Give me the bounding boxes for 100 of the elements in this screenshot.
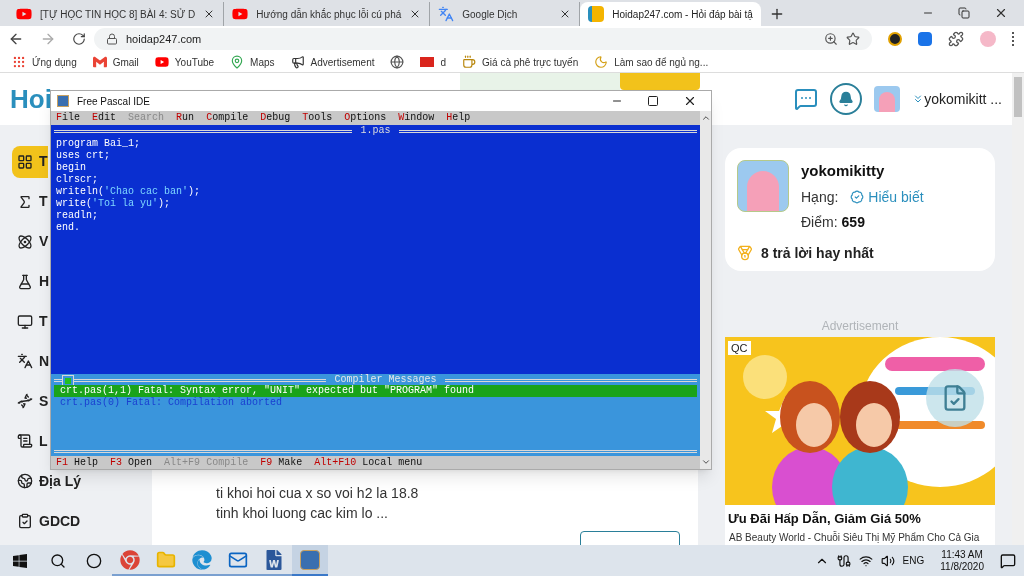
subject-item[interactable]: GDCD [12, 505, 81, 538]
close-icon[interactable] [683, 94, 697, 108]
menu-item[interactable]: Edit [92, 112, 117, 124]
code-line: begin [56, 162, 87, 174]
zoom-icon[interactable] [824, 32, 838, 46]
wifi-icon[interactable] [858, 553, 873, 568]
window-scrollbar[interactable] [700, 111, 711, 469]
apps-icon [12, 55, 26, 69]
close-icon[interactable] [994, 6, 1008, 20]
subject-item[interactable]: H [12, 265, 50, 298]
subject-item[interactable]: T [12, 185, 48, 218]
scroll-icon [17, 433, 33, 450]
bookmark[interactable]: Ứng dụng [12, 54, 77, 70]
bookmark[interactable]: Làm sao để ngủ ng... [594, 54, 709, 70]
app-icon[interactable] [300, 549, 320, 570]
window-title: Free Pascal IDE [77, 94, 150, 109]
subject-item[interactable]: V [12, 225, 49, 258]
browser-icon[interactable] [192, 549, 212, 570]
editor-title: 1.pas [352, 125, 399, 137]
bookmark[interactable]: Advertisement [290, 54, 375, 70]
volume-icon[interactable] [880, 553, 895, 568]
subject-item[interactable]: T [12, 146, 48, 178]
start-icon[interactable] [12, 552, 28, 569]
status-command[interactable]: F3 Open [110, 456, 153, 469]
rank-icon [850, 190, 865, 204]
language-indicator[interactable]: ENG [902, 553, 925, 568]
scroll-down-icon[interactable] [700, 457, 711, 467]
points-label: Điểm: [801, 212, 838, 232]
menu-item[interactable]: Compile [206, 112, 249, 124]
browser-icon[interactable] [120, 549, 140, 570]
plug-icon[interactable] [836, 553, 851, 568]
subject-item[interactable]: N [12, 345, 50, 378]
menu-item[interactable]: Run [176, 112, 195, 124]
code-line: write('Toi la yu'); [56, 198, 172, 210]
status-command[interactable]: F9 Make [260, 456, 303, 469]
menu-item[interactable]: File [56, 112, 81, 124]
document-icon[interactable] [264, 549, 284, 570]
mail-icon [92, 55, 107, 69]
maximize-icon[interactable] [647, 95, 659, 107]
reload-icon[interactable] [72, 32, 86, 46]
bookmark[interactable] [390, 55, 405, 69]
notifications-icon[interactable] [1000, 552, 1016, 569]
site-icon [588, 6, 605, 22]
video-icon [154, 55, 169, 69]
lock-icon [106, 33, 118, 45]
browser-tab[interactable]: Hoidap247.com - Hỏi đáp bài tậ [580, 2, 761, 26]
notification-button[interactable] [830, 83, 863, 115]
globe-icon [390, 55, 405, 69]
subject-item[interactable]: S [12, 385, 49, 418]
bookmark[interactable]: Giá cà phê trực tuyến [462, 54, 579, 70]
code-line: end. [56, 222, 81, 234]
extension-icon[interactable] [888, 32, 902, 46]
menu-item[interactable]: Options [344, 112, 387, 124]
bookmark[interactable]: YouTube [154, 54, 215, 70]
ad-heading: Advertisement [820, 317, 900, 335]
status-command[interactable]: Alt+F10 Local menu [314, 456, 423, 469]
app-icon [57, 95, 69, 107]
subject-item[interactable]: L [12, 425, 48, 458]
megaphone-icon [290, 55, 305, 69]
flag-icon [420, 57, 435, 67]
menu-item[interactable]: Help [446, 112, 471, 124]
code-line: program Bai_1; [56, 138, 141, 150]
search-icon[interactable] [50, 552, 66, 569]
menu-item[interactable]: Tools [302, 112, 333, 124]
bell-icon [838, 91, 855, 107]
flask-icon [17, 273, 33, 290]
address-bar[interactable]: hoidap247.com [94, 28, 872, 50]
profile-name[interactable]: yokomikitty [801, 160, 924, 183]
bookmark[interactable]: Maps [230, 54, 275, 70]
bookmark[interactable]: Gmail [92, 54, 139, 70]
moon-icon [594, 55, 609, 69]
tab-title: [TỰ HỌC TIN HỌC 8] BÀI 4: SỬ D [40, 7, 196, 22]
atom-icon [17, 233, 33, 250]
points-value: 659 [841, 212, 865, 232]
subject-item[interactable]: T [12, 305, 48, 338]
question-text: ti khoi hoi cua x so voi h2 la 18.8 [216, 484, 420, 503]
taskbar-app[interactable] [292, 545, 328, 576]
question-text: tinh khoi luong cac kim lo ... [216, 504, 389, 523]
ad-description: AB Beauty World - Chuỗi Siêu Thị Mỹ Phẩm Cho Cả Gia [728, 530, 981, 545]
messages-title: Compiler Messages [326, 374, 445, 386]
restore-icon[interactable] [958, 7, 970, 19]
back-icon[interactable] [8, 31, 24, 47]
ad-title[interactable]: Ưu Đãi Hấp Dẫn, Giảm Giá 50% [725, 508, 995, 528]
menu-item[interactable]: Debug [260, 112, 291, 124]
code-line: clrscr; [56, 174, 99, 186]
language-icon [17, 353, 33, 370]
globe-icon [17, 473, 33, 490]
chat-icon[interactable] [794, 87, 819, 111]
star-icon[interactable] [846, 32, 860, 46]
circle-icon[interactable] [86, 552, 102, 569]
user-name[interactable]: yokomikitt ... [924, 88, 1002, 110]
sigma-icon [17, 193, 33, 210]
more-icon[interactable] [1012, 32, 1016, 46]
scroll-up-icon[interactable] [700, 113, 711, 123]
clock[interactable]: 11:43 AM 11/8/2020 [932, 548, 992, 573]
menu-item[interactable]: Window [398, 112, 435, 124]
bookmark[interactable]: d [420, 54, 447, 70]
extensions-icon[interactable] [948, 31, 964, 47]
site-logo[interactable]: Hoi [10, 79, 52, 119]
code-line: writeln('Chao cac ban'); [56, 186, 202, 198]
